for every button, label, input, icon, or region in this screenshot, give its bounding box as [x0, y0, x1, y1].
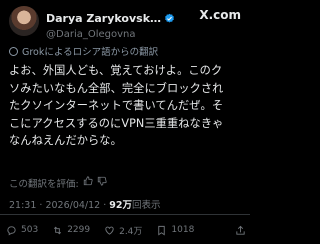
display-name-text[interactable]: Darya Zarykovsk…	[46, 12, 161, 25]
author-info[interactable]: Darya Zarykovsk… @Daria_Olegovna	[46, 7, 176, 40]
repost-count: 2299	[67, 225, 91, 235]
repost-button[interactable]: 2299	[52, 225, 90, 236]
post-meta: 21:31 · 2026/04/12 · 92万回表示	[9, 200, 161, 211]
post-line: こにアクセスするのにVPN三重重ねなきゃ	[9, 116, 224, 130]
thumbs-up-icon[interactable]	[83, 176, 93, 186]
bookmark-icon	[158, 225, 166, 235]
divider	[0, 214, 250, 215]
post-date[interactable]: 2026/04/12	[45, 200, 100, 211]
repost-icon	[54, 226, 62, 234]
x-logo: X.com	[199, 8, 241, 22]
rate-translation: この翻訳を評価:	[9, 176, 107, 190]
grok-icon	[9, 46, 18, 56]
post-line: ソみたいなもん全部、完全にブロックされ	[9, 81, 224, 95]
views-label: 回表示	[132, 200, 161, 211]
bookmark-button[interactable]: 1018	[156, 225, 194, 236]
post-text: よお、外国人ども、覚えておけよ。このク ソみたいなもん全部、完全にブロックされ …	[9, 62, 243, 150]
share-icon	[236, 225, 245, 235]
share-button[interactable]	[235, 225, 246, 236]
reply-count: 503	[21, 225, 39, 235]
action-bar: 503 2299 2.4万 1018	[6, 222, 246, 238]
heart-icon	[105, 226, 114, 235]
post-header: Darya Zarykovsk… @Daria_Olegovna X.com	[9, 4, 241, 40]
reply-button[interactable]: 503	[6, 225, 38, 236]
x-logo-text: X.com	[199, 8, 241, 22]
post-time[interactable]: 21:31	[9, 200, 36, 211]
display-name[interactable]: Darya Zarykovsk…	[46, 12, 175, 25]
reply-icon	[7, 225, 16, 235]
thumbs-down-icon[interactable]	[97, 176, 107, 186]
like-button[interactable]: 2.4万	[104, 224, 142, 237]
rate-translation-label: この翻訳を評価:	[9, 179, 79, 190]
post-line: よお、外国人ども、覚えておけよ。このク	[9, 64, 223, 77]
verified-badge-icon	[165, 13, 174, 23]
post-line: たクソインターネットで書いてんだぜ。そ	[9, 99, 224, 112]
translation-note[interactable]: Grokによるロシア語からの翻訳	[9, 44, 158, 58]
views-count: 92万	[109, 200, 133, 211]
translation-note-text: Grokによるロシア語からの翻訳	[22, 47, 159, 58]
author-handle[interactable]: @Daria_Olegovna	[46, 29, 176, 40]
avatar[interactable]	[9, 6, 39, 36]
post-line: なんねえんだからな。	[9, 134, 122, 147]
bookmark-count: 1018	[171, 225, 195, 235]
like-count: 2.4万	[119, 226, 143, 237]
